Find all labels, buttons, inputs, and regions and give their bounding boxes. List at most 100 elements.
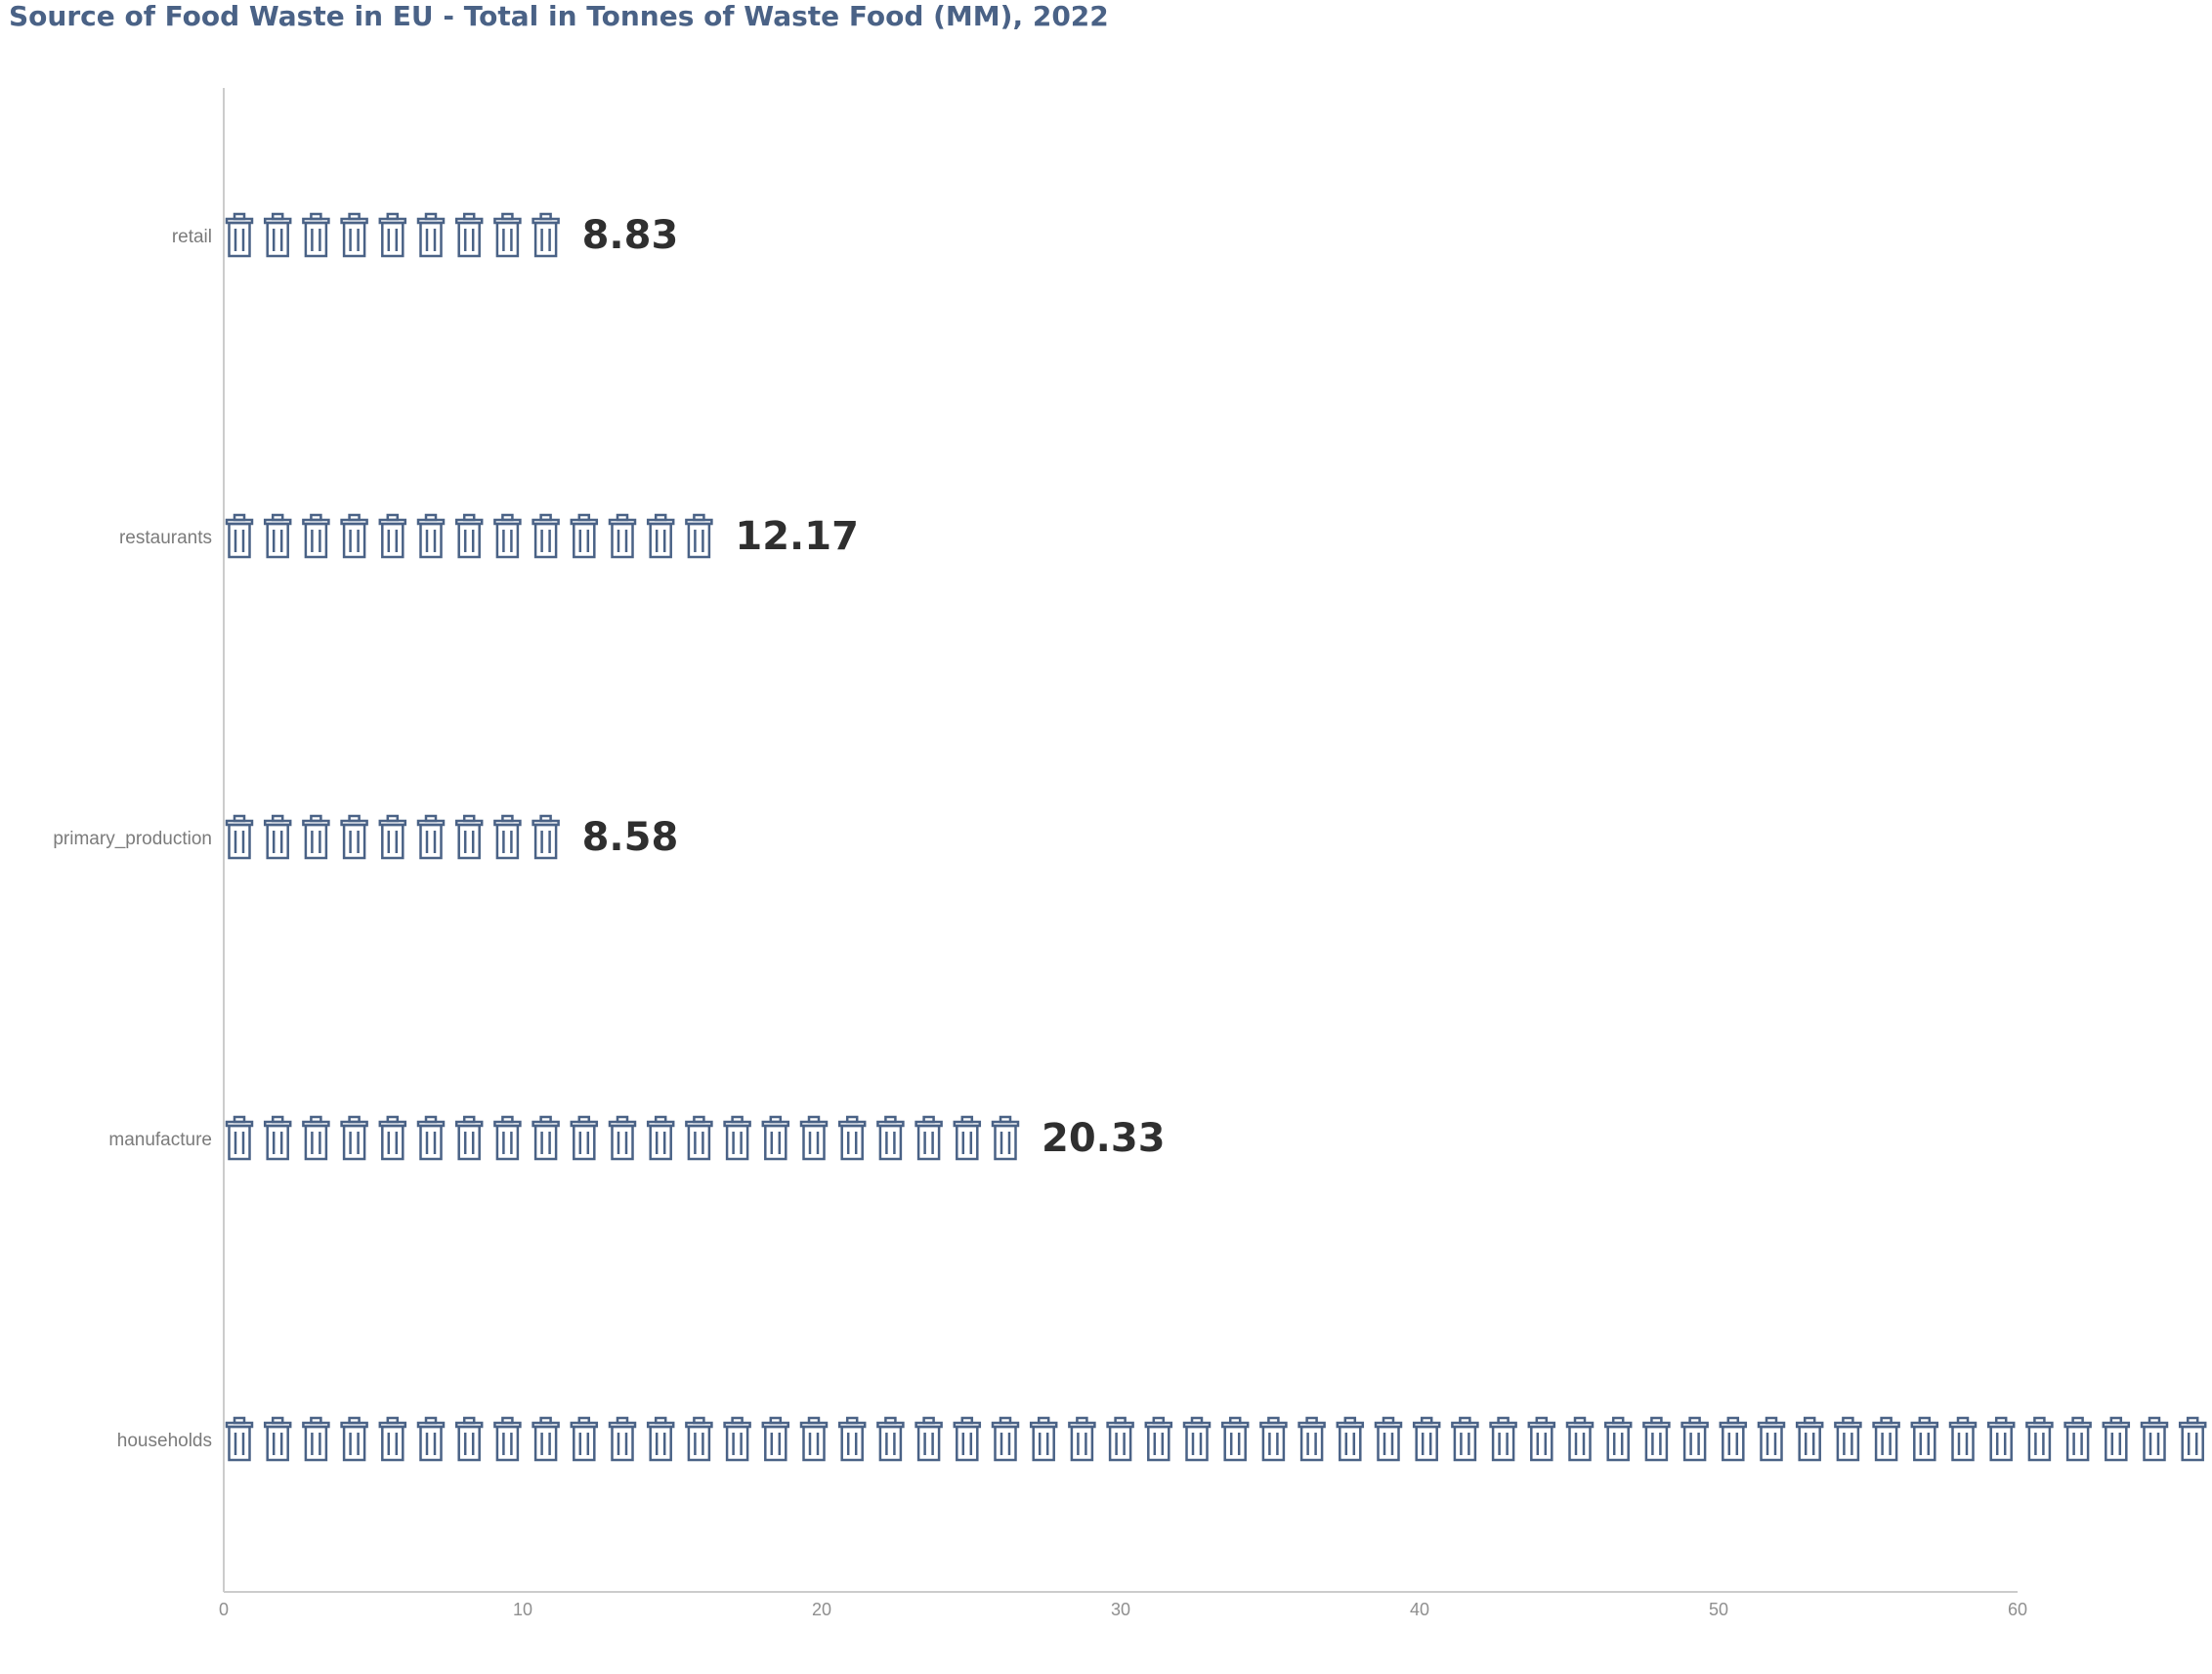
trash-bin-icon	[225, 513, 254, 559]
trash-bin-icon	[608, 1115, 637, 1161]
trash-bin-icon	[1872, 1416, 1900, 1462]
trash-bin-icon	[225, 1115, 254, 1161]
trash-bin-icon	[225, 1416, 254, 1462]
trash-bin-icon	[416, 1115, 446, 1161]
trash-bin-icon	[493, 814, 522, 860]
category-label: retail	[172, 227, 212, 247]
trash-bin-icon	[1757, 1416, 1786, 1462]
trash-bin-icon	[2178, 1416, 2207, 1462]
trash-bin-icon	[570, 513, 599, 559]
trash-bin-icon	[799, 1115, 829, 1161]
trash-bin-icon	[416, 814, 446, 860]
trash-bin-icon	[2102, 1416, 2131, 1462]
trash-bin-icon	[1068, 1416, 1096, 1462]
trash-bin-icon	[1948, 1416, 1978, 1462]
trash-bin-icon	[493, 212, 522, 258]
trash-bin-icon	[1412, 1416, 1441, 1462]
trash-bin-icon	[454, 1115, 484, 1161]
trash-bin-icon	[378, 212, 407, 258]
trash-bin-icon	[532, 513, 560, 559]
trash-bin-icon	[1259, 1416, 1288, 1462]
trash-bin-icon	[454, 513, 484, 559]
trash-bin-icon	[263, 814, 292, 860]
trash-bin-icon	[416, 513, 446, 559]
trash-bin-icon	[1603, 1416, 1633, 1462]
trash-bin-icon	[876, 1416, 905, 1462]
category-label: households	[117, 1431, 212, 1451]
trash-bin-icon	[1182, 1416, 1212, 1462]
trash-bin-icon	[991, 1115, 1020, 1161]
trash-bin-icon	[532, 212, 560, 258]
value-label: 12.17	[735, 514, 859, 559]
category-label: manufacture	[108, 1130, 212, 1150]
trash-bin-icon	[378, 814, 407, 860]
trash-bin-icon	[493, 1115, 522, 1161]
trash-bin-icon	[263, 212, 292, 258]
x-tick-label: 40	[1410, 1600, 1429, 1619]
trash-bin-icon	[1834, 1416, 1862, 1462]
trash-bin-icon	[263, 1416, 292, 1462]
trash-bin-icon	[1986, 1416, 2016, 1462]
trash-bin-icon	[837, 1115, 867, 1161]
trash-bin-icon	[378, 513, 407, 559]
trash-bin-icon	[685, 1416, 713, 1462]
trash-bin-icon	[1527, 1416, 1556, 1462]
trash-bin-icon	[532, 1115, 560, 1161]
trash-bin-icon	[225, 212, 254, 258]
trash-bin-icon	[723, 1115, 751, 1161]
trash-bin-icon	[302, 513, 330, 559]
x-tick-label: 60	[2008, 1600, 2027, 1619]
trash-bin-icon	[646, 1416, 675, 1462]
trash-bin-icon	[454, 212, 484, 258]
value-label: 8.83	[582, 213, 679, 258]
trash-bin-icon	[378, 1115, 407, 1161]
trash-bin-icon	[302, 212, 330, 258]
trash-bin-icon	[646, 513, 675, 559]
trash-bin-icon	[1297, 1416, 1326, 1462]
trash-bin-icon	[1374, 1416, 1403, 1462]
trash-bin-icon	[1029, 1416, 1058, 1462]
trash-bin-icon	[837, 1416, 867, 1462]
trash-bin-icon	[302, 1115, 330, 1161]
trash-bin-icon	[1719, 1416, 1748, 1462]
trash-bin-icon	[608, 513, 637, 559]
trash-bin-icon	[263, 1115, 292, 1161]
trash-bin-icon	[685, 1115, 713, 1161]
trash-bin-icon	[1489, 1416, 1517, 1462]
x-tick-label: 30	[1111, 1600, 1130, 1619]
trash-bin-icon	[416, 212, 446, 258]
trash-bin-icon	[608, 1416, 637, 1462]
pictorial-bar-chart: 8.8312.178.5820.3358.83 0102030405060ret…	[53, 88, 2207, 1619]
trash-bin-icon	[646, 1115, 675, 1161]
trash-bin-icon	[340, 513, 368, 559]
trash-bin-icon	[1565, 1416, 1595, 1462]
trash-bin-icon	[493, 513, 522, 559]
trash-bin-icon	[915, 1416, 943, 1462]
chart-axes: 0 10 20 30 40 50 60 retail restaurants primary_pr…	[53, 88, 2027, 1619]
trash-bin-icon	[454, 814, 484, 860]
trash-bin-icon	[532, 1416, 560, 1462]
trash-bin-icon	[340, 814, 368, 860]
trash-bin-icon	[302, 814, 330, 860]
trash-bin-icon	[340, 1115, 368, 1161]
trash-bin-icon	[953, 1115, 982, 1161]
trash-bin-icon	[1680, 1416, 1709, 1462]
x-tick-label: 50	[1709, 1600, 1728, 1619]
trash-bin-icon	[416, 1416, 446, 1462]
trash-bin-icon	[1106, 1416, 1134, 1462]
trash-bin-icon	[2025, 1416, 2054, 1462]
trash-bin-icon	[991, 1416, 1020, 1462]
trash-bin-icon	[302, 1416, 330, 1462]
trash-bin-icon	[685, 513, 713, 559]
trash-bin-icon	[570, 1416, 599, 1462]
trash-bin-icon	[1220, 1416, 1250, 1462]
chart-marks: 8.8312.178.5820.3358.83	[225, 212, 2207, 1462]
trash-bin-icon	[454, 1416, 484, 1462]
value-label: 20.33	[1042, 1116, 1166, 1161]
trash-bin-icon	[953, 1416, 982, 1462]
trash-bin-icon	[761, 1115, 790, 1161]
trash-bin-icon	[799, 1416, 829, 1462]
trash-bin-icon	[225, 814, 254, 860]
trash-bin-icon	[2140, 1416, 2169, 1462]
trash-bin-icon	[1910, 1416, 1939, 1462]
